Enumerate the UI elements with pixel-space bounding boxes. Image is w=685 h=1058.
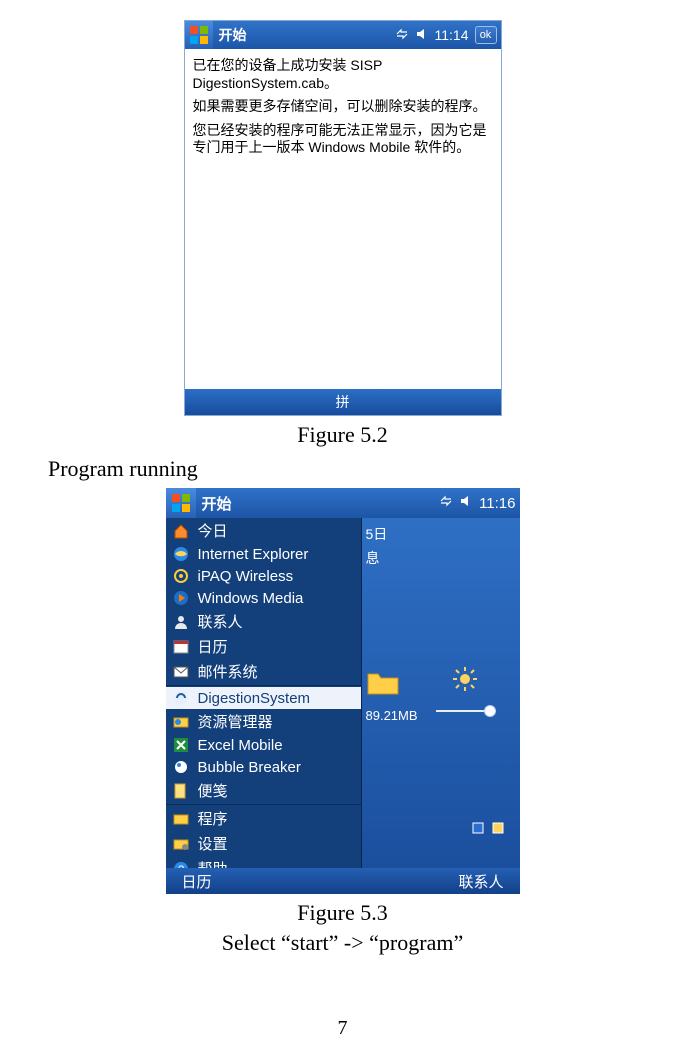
excel-icon [172,736,190,754]
settings-icon [172,835,190,853]
figure-5-3-device: 开始 11:16 5日 息 89.21MB [166,488,520,894]
start-menu-item-excel[interactable]: Excel Mobile [166,734,361,756]
connectivity-icon [395,27,409,44]
start-menu-item-contacts[interactable]: 联系人 [166,609,361,634]
connectivity-icon [439,494,453,512]
calendar-icon [172,638,190,656]
tray-icons [470,820,506,836]
figure-5-3-caption: Figure 5.3 [48,900,637,926]
start-menu-item-wmp[interactable]: Windows Media [166,587,361,609]
wm-topbar: 开始 11:16 [166,488,520,518]
brightness-slider[interactable] [436,710,496,712]
ime-indicator[interactable]: 拼 [185,389,501,415]
menu-item-label: 联系人 [198,611,243,632]
menu-item-label: Windows Media [198,590,304,607]
app-icon [172,689,190,707]
bluetooth-icon [470,820,486,836]
wm-title: 开始 [196,493,440,514]
section-heading: Program running [48,456,637,482]
start-menu-item-calendar[interactable]: 日历 [166,634,361,659]
menu-item-label: 资源管理器 [198,711,273,732]
start-menu: 今日 Internet Explorer iPAQ Wireless Windo… [166,518,362,868]
start-menu-item-today[interactable]: 今日 [166,518,361,543]
menu-item-label: Bubble Breaker [198,759,301,776]
windows-logo-icon [185,21,213,49]
figure-5-3-subcaption: Select “start” -> “program” [48,930,637,956]
left-softkey[interactable]: 日历 [182,871,212,892]
wm-title: 开始 [213,25,395,45]
page-number: 7 [0,1017,685,1040]
wireless-icon [172,567,190,585]
start-menu-item-bubble[interactable]: Bubble Breaker [166,756,361,778]
programs-icon [172,810,190,828]
network-icon [490,820,506,836]
menu-item-label: iPAQ Wireless [198,568,294,585]
menu-item-label: Excel Mobile [198,737,283,754]
svg-text:?: ? [177,864,183,869]
wmp-icon [172,589,190,607]
start-menu-item-help[interactable]: ? 帮助 [166,856,361,868]
windows-logo-icon[interactable] [166,488,196,518]
wm-topbar: 开始 11:14 ok [185,21,501,49]
menu-item-label: 设置 [198,833,228,854]
install-msg-line2: 如果需要更多存储空间，可以删除安装的程序。 [193,98,493,116]
storage-free-text: 89.21MB [366,708,418,723]
start-menu-item-programs[interactable]: 程序 [166,806,361,831]
softkey-bar: 日历 联系人 [166,868,520,894]
menu-item-label: Internet Explorer [198,546,309,563]
speaker-icon [415,27,429,44]
menu-item-label: 帮助 [198,858,228,868]
figure-5-2-device: 开始 11:14 ok 已在您的设备上成功安装 SISP DigestionSy… [184,20,502,416]
start-menu-item-resmgr[interactable]: 资源管理器 [166,709,361,734]
install-msg-line1: 已在您的设备上成功安装 SISP DigestionSystem.cab。 [193,57,493,92]
menu-item-label: 便笺 [198,780,228,801]
speaker-icon [459,494,473,512]
today-screen: 5日 息 89.21MB [166,518,520,868]
install-msg-line3: 您已经安装的程序可能无法正常显示，因为它是专门用于上一版本 Windows Mo… [193,122,493,157]
right-softkey[interactable]: 联系人 [458,871,503,892]
start-menu-item-digestion[interactable]: DigestionSystem [166,687,361,709]
notes-icon [172,782,190,800]
home-icon [172,522,190,540]
clock-time: 11:16 [479,495,515,512]
start-menu-item-ipaq[interactable]: iPAQ Wireless [166,565,361,587]
clock-time: 11:14 [435,27,469,43]
brightness-icon[interactable] [452,666,478,697]
file-explorer-icon [172,713,190,731]
menu-item-label: 日历 [198,636,228,657]
start-menu-item-ie[interactable]: Internet Explorer [166,543,361,565]
menu-item-label: 邮件系统 [198,661,258,682]
ie-icon [172,545,190,563]
start-menu-item-settings[interactable]: 设置 [166,831,361,856]
menu-item-label: 今日 [198,520,228,541]
game-icon [172,758,190,776]
menu-item-label: DigestionSystem [198,690,311,707]
today-plugin-text: 5日 息 [366,524,388,572]
install-message-body: 已在您的设备上成功安装 SISP DigestionSystem.cab。 如果… [185,49,501,389]
contacts-icon [172,613,190,631]
start-menu-item-notes[interactable]: 便笺 [166,778,361,803]
menu-item-label: 程序 [198,808,228,829]
mail-icon [172,663,190,681]
ok-button[interactable]: ok [475,26,497,44]
help-icon: ? [172,860,190,869]
folder-icon[interactable] [366,668,400,701]
figure-5-2-caption: Figure 5.2 [48,422,637,448]
start-menu-item-mail[interactable]: 邮件系统 [166,659,361,684]
